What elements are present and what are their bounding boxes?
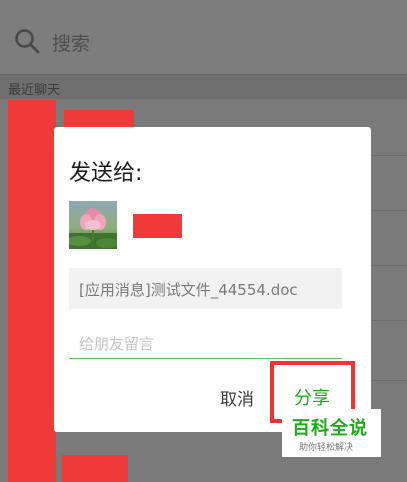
avatar bbox=[69, 201, 117, 249]
dialog-title: 发送给: bbox=[69, 161, 143, 186]
redaction-block bbox=[64, 110, 134, 128]
search-bar[interactable]: 搜索 bbox=[0, 0, 407, 74]
redaction-block bbox=[62, 455, 128, 482]
watermark: 百科全说 助你轻松解决 bbox=[282, 409, 381, 457]
cancel-button[interactable]: 取消 bbox=[220, 385, 254, 410]
message-preview-text: [应用消息]测试文件_44554.doc bbox=[79, 281, 298, 299]
redaction-block bbox=[8, 100, 56, 482]
message-preview-box: [应用消息]测试文件_44554.doc bbox=[69, 268, 342, 309]
watermark-subtitle: 助你轻松解决 bbox=[299, 443, 354, 453]
recent-chats-header: 最近聊天 bbox=[0, 74, 407, 99]
comment-input[interactable] bbox=[69, 329, 342, 359]
watermark-title: 百科全说 bbox=[292, 418, 368, 439]
recent-chats-label: 最近聊天 bbox=[8, 83, 61, 98]
search-placeholder: 搜索 bbox=[52, 33, 91, 55]
search-icon bbox=[15, 29, 40, 54]
contact-name-redacted bbox=[133, 214, 182, 238]
share-button[interactable]: 分享 bbox=[294, 384, 330, 410]
lotus-image bbox=[69, 208, 117, 249]
